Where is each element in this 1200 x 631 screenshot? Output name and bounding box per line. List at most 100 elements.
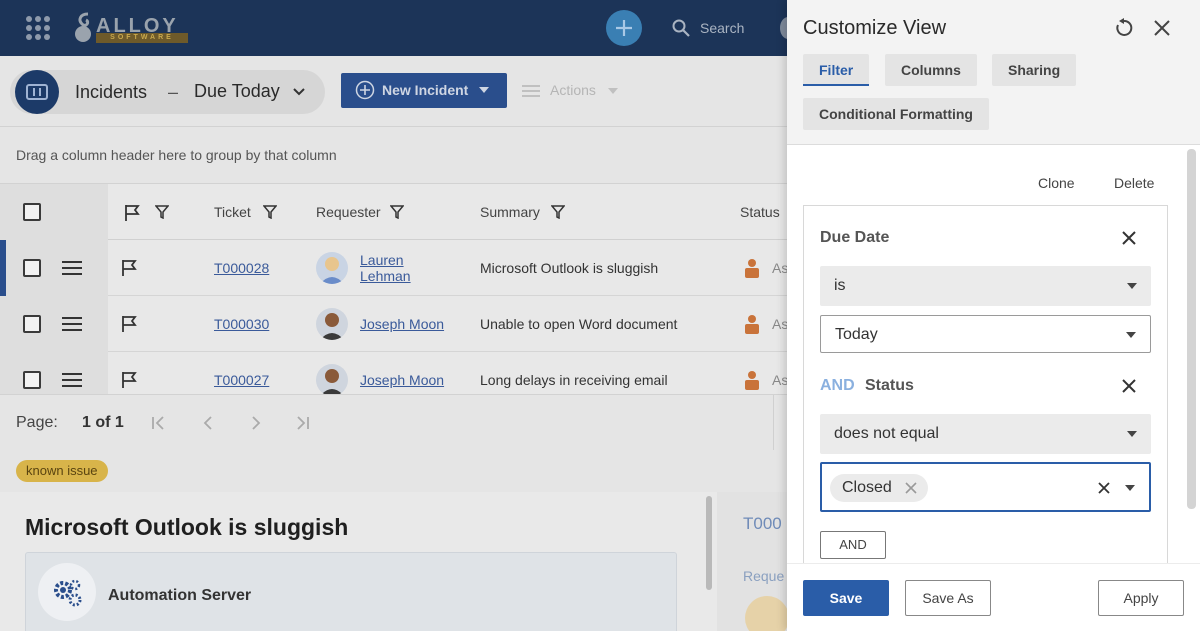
- remove-filter-icon[interactable]: [1121, 378, 1137, 394]
- tag-badge[interactable]: known issue: [16, 460, 108, 482]
- requester-link[interactable]: Joseph Moon: [360, 372, 444, 388]
- avatar: [316, 364, 348, 394]
- filter-icon[interactable]: [390, 205, 404, 219]
- page-label: Page:: [16, 414, 58, 431]
- value-chip[interactable]: Closed: [830, 474, 928, 502]
- panel-footer: Save Save As Apply: [787, 563, 1200, 631]
- apply-button[interactable]: Apply: [1098, 580, 1184, 616]
- summary-text: Long delays in receiving email: [480, 372, 668, 388]
- detail-requester-label: Reque: [743, 568, 785, 584]
- dropdown-arrow-icon: [1127, 431, 1137, 437]
- add-and-button[interactable]: AND: [820, 531, 886, 559]
- column-header-ticket[interactable]: Ticket: [214, 204, 251, 220]
- delete-button[interactable]: Delete: [1114, 175, 1154, 191]
- table-row[interactable]: T000030 Joseph Moon Unable to open Word …: [0, 296, 787, 352]
- chevron-down-icon: [293, 88, 305, 96]
- actions-menu-icon: [522, 85, 540, 97]
- dropdown-arrow-icon: [1125, 485, 1135, 491]
- close-icon[interactable]: [1153, 19, 1171, 37]
- chip-remove-icon[interactable]: [904, 481, 918, 495]
- logo-subtext: SOFTWARE: [96, 33, 188, 43]
- table-row[interactable]: T000028 Lauren Lehman Microsoft Outlook i…: [0, 240, 787, 296]
- first-page-icon[interactable]: [150, 415, 166, 431]
- ticket-link[interactable]: T000027: [214, 372, 269, 388]
- alloy-logo[interactable]: ALLOY SOFTWARE: [74, 12, 190, 44]
- panel-title: Customize View: [803, 17, 947, 39]
- status-text: As: [772, 260, 787, 276]
- view-header: Incidents – Due Today New Incident Actio…: [0, 56, 787, 127]
- grid-header: Ticket Requester Summary Status: [0, 184, 787, 240]
- person-icon: [745, 259, 759, 278]
- clone-button[interactable]: Clone: [1038, 175, 1075, 191]
- customize-view-panel: Customize View Filter Columns Sharing Co…: [787, 0, 1200, 631]
- operator-value: does not equal: [834, 425, 939, 442]
- save-as-button[interactable]: Save As: [905, 580, 991, 616]
- column-header-status[interactable]: Status: [740, 204, 780, 220]
- save-button[interactable]: Save: [803, 580, 889, 616]
- tab-conditional-formatting[interactable]: Conditional Formatting: [803, 98, 989, 130]
- operator-value: is: [834, 277, 846, 294]
- avatar: [316, 308, 348, 340]
- next-page-icon[interactable]: [248, 415, 264, 431]
- column-header-summary[interactable]: Summary: [480, 204, 540, 220]
- ticket-link[interactable]: T000030: [214, 316, 269, 332]
- group-by-hint: Drag a column header here to group by th…: [16, 147, 337, 163]
- filter-icon[interactable]: [155, 205, 169, 219]
- tab-filter[interactable]: Filter: [803, 54, 870, 86]
- ticket-link[interactable]: T000028: [214, 260, 269, 276]
- flag-icon[interactable]: [120, 259, 138, 277]
- row-menu-icon[interactable]: [62, 261, 82, 275]
- operator-select[interactable]: does not equal: [820, 414, 1151, 454]
- avatar: [745, 596, 789, 631]
- filter-icon[interactable]: [551, 205, 565, 219]
- previous-page-icon[interactable]: [200, 415, 216, 431]
- row-checkbox[interactable]: [23, 259, 41, 277]
- group-by-area[interactable]: Drag a column header here to group by th…: [0, 127, 787, 184]
- flag-icon[interactable]: [120, 371, 138, 389]
- select-all-checkbox[interactable]: [23, 203, 41, 221]
- filter-icon[interactable]: [263, 205, 277, 219]
- reset-icon[interactable]: [1113, 17, 1135, 39]
- scrollbar[interactable]: [706, 496, 712, 590]
- table-row[interactable]: T000027 Joseph Moon Long delays in recei…: [0, 352, 787, 394]
- row-checkbox[interactable]: [23, 315, 41, 333]
- view-name: Due Today: [194, 81, 280, 101]
- multi-value-select[interactable]: Closed: [820, 462, 1151, 512]
- card-title: Automation Server: [108, 587, 252, 604]
- person-icon: [745, 315, 759, 334]
- flag-icon[interactable]: [123, 204, 141, 222]
- actions-button[interactable]: Actions: [550, 82, 596, 98]
- column-header-requester[interactable]: Requester: [316, 204, 381, 220]
- apps-grid-icon[interactable]: [26, 16, 50, 40]
- ticket-icon: [15, 70, 59, 114]
- status-text: As: [772, 372, 787, 388]
- row-menu-icon[interactable]: [62, 317, 82, 331]
- search-label[interactable]: Search: [700, 20, 744, 36]
- operator-select[interactable]: is: [820, 266, 1151, 306]
- quick-add-button[interactable]: [606, 10, 642, 46]
- gears-icon: [38, 563, 96, 621]
- module-title: Incidents: [75, 82, 148, 102]
- automation-card[interactable]: Automation Server: [25, 552, 677, 631]
- requester-last-name: Lehman: [360, 268, 411, 284]
- requester-link[interactable]: Joseph Moon: [360, 316, 444, 332]
- row-checkbox[interactable]: [23, 371, 41, 389]
- requester-link[interactable]: Lauren Lehman: [360, 252, 411, 284]
- requester-first-name: Lauren: [360, 252, 404, 268]
- value-select[interactable]: Today: [820, 315, 1151, 353]
- clear-icon[interactable]: [1097, 481, 1111, 495]
- last-page-icon[interactable]: [295, 415, 311, 431]
- dropdown-arrow-icon: [1127, 283, 1137, 289]
- view-selector[interactable]: Incidents – Due Today: [10, 70, 325, 114]
- remove-filter-icon[interactable]: [1121, 230, 1137, 246]
- tab-columns[interactable]: Columns: [885, 54, 977, 86]
- search-icon[interactable]: [671, 18, 691, 38]
- new-incident-button[interactable]: New Incident: [341, 73, 507, 108]
- chip-label: Closed: [842, 479, 892, 496]
- panel-scrollbar[interactable]: [1187, 149, 1196, 509]
- flag-icon[interactable]: [120, 315, 138, 333]
- tab-sharing[interactable]: Sharing: [992, 54, 1077, 86]
- summary-text: Unable to open Word document: [480, 316, 678, 332]
- row-menu-icon[interactable]: [62, 373, 82, 387]
- person-icon: [745, 371, 759, 390]
